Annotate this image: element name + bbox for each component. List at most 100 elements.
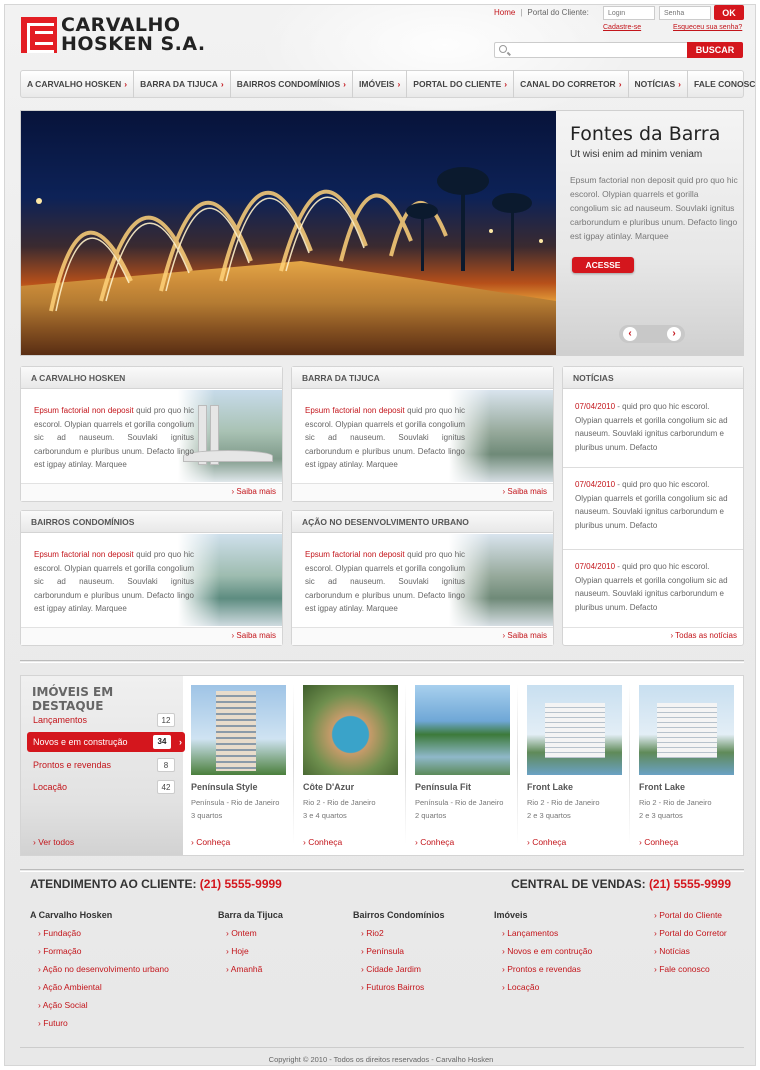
category-novos-em-construcao[interactable]: Novos e em construção 34 › [27, 732, 185, 752]
logo[interactable]: CARVALHO HOSKEN S.A. [21, 15, 206, 55]
category-count: 8 [157, 758, 175, 772]
nav-item-portal-do-cliente[interactable]: PORTAL DO CLIENTE › [407, 70, 515, 98]
hero-panel: Fontes da Barra Ut wisi enim ad minim ve… [556, 111, 743, 355]
footer-link[interactable]: › Notícias [654, 946, 727, 964]
background-swirl [255, 5, 635, 125]
footer-link[interactable]: › Amanhã [218, 964, 283, 982]
footer-link[interactable]: › Futuro [30, 1018, 169, 1036]
building-shape [545, 703, 605, 758]
footer-link[interactable]: › Futuros Bairros [353, 982, 445, 1000]
conheca-link[interactable]: › Conheça [191, 837, 230, 847]
footer-link[interactable]: › Rio2 [353, 928, 445, 946]
category-locacao[interactable]: Locação 42 [27, 777, 185, 797]
search-button[interactable]: BUSCAR [687, 42, 743, 58]
footer-link[interactable]: › Locação [494, 982, 592, 1000]
footer-link[interactable]: › Ação Ambiental [30, 982, 169, 1000]
divider: | [520, 8, 523, 17]
nav-item-imoveis[interactable]: IMÓVEIS › [353, 70, 408, 98]
footer-link[interactable]: › Formação [30, 946, 169, 964]
property-card[interactable]: Front Lake Rio 2 - Rio de Janeiro 2 e 3 … [631, 676, 741, 855]
footer-link[interactable]: › Portal do Corretor [654, 928, 727, 946]
fountain-illustration [21, 167, 556, 355]
category-lancamentos[interactable]: Lançamentos 12 [27, 710, 185, 730]
conheca-link[interactable]: › Conheça [415, 837, 454, 847]
box-acao-desenvolvimento-urbano: AÇÃO NO DESENVOLVIMENTO URBANO Epsum fac… [291, 510, 554, 646]
category-prontos-revendas[interactable]: Prontos e revendas 8 [27, 755, 185, 775]
conheca-link[interactable]: › Conheça [527, 837, 566, 847]
todas-noticias-link[interactable]: › Todas as notícias [670, 631, 737, 640]
box-body: Epsum factorial non deposit quid pro quo… [21, 390, 282, 482]
ver-todos-link[interactable]: › Ver todos [33, 837, 74, 847]
acesse-button[interactable]: ACESSE [572, 257, 634, 273]
property-name: Côte D'Azur [303, 782, 355, 792]
box-body: Epsum factorial non deposit quid pro quo… [292, 534, 553, 626]
footer-link[interactable]: › Fundação [30, 928, 169, 946]
box-title: BARRA DA TIJUCA [292, 367, 553, 389]
nav-label: NOTÍCIAS [634, 79, 676, 89]
footer-link[interactable]: › Ação no desenvolvimento urbano [30, 964, 169, 982]
chevron-right-icon[interactable]: › [667, 327, 681, 341]
dome-shape [183, 450, 273, 462]
box-lead: Epsum factorial non deposit [305, 406, 405, 415]
footer-link[interactable]: › Fale conosco [654, 964, 727, 982]
footer-link[interactable]: › Lançamentos [494, 928, 592, 946]
home-link[interactable]: Home [494, 8, 515, 17]
chevron-right-icon: › [397, 79, 401, 89]
footer-divider [20, 1047, 744, 1048]
footer-link[interactable]: › Península [353, 946, 445, 964]
conheca-link[interactable]: › Conheça [639, 837, 678, 847]
chevron-right-icon: › [678, 79, 682, 89]
nav-item-barra-da-tijuca[interactable]: BARRA DA TIJUCA › [134, 70, 231, 98]
footer-link[interactable]: › Ação Social [30, 1000, 169, 1018]
property-rooms: 2 quartos [415, 811, 447, 820]
news-item[interactable]: 07/04/2010 - quid pro quo hic escorol. O… [563, 390, 743, 468]
saiba-mais-link[interactable]: › Saiba mais [503, 487, 547, 496]
box-copy: quid pro quo hic escorol. Olypian quarre… [305, 550, 465, 613]
box-title: A CARVALHO HOSKEN [21, 367, 282, 389]
nav-item-carvalho-hosken[interactable]: A CARVALHO HOSKEN › [21, 70, 135, 98]
property-image [191, 685, 286, 775]
register-link[interactable]: Cadastre-se [603, 24, 641, 31]
footer-link[interactable]: › Ontem [218, 928, 283, 946]
chevron-left-icon[interactable]: ‹ [623, 327, 637, 341]
box-text: Epsum factorial non deposit quid pro quo… [305, 404, 465, 472]
property-card[interactable]: Península Style Península - Rio de Janei… [183, 676, 293, 855]
saiba-mais-link[interactable]: › Saiba mais [232, 487, 276, 496]
nav-item-canal-do-corretor[interactable]: CANAL DO CORRETOR › [514, 70, 629, 98]
nav-item-fale-conosco[interactable]: FALE CONOSCO› [688, 70, 755, 98]
box-footer: › Saiba mais [21, 483, 282, 501]
footer-link[interactable]: › Prontos e revendas [494, 964, 592, 982]
conheca-link[interactable]: › Conheça [303, 837, 342, 847]
news-item[interactable]: 07/04/2010 - quid pro quo hic escorol. O… [563, 468, 743, 550]
footer-link[interactable]: › Novos e em contrução [494, 946, 592, 964]
slider-controls: ‹ › [619, 325, 685, 343]
chevron-right-icon: › [618, 79, 622, 89]
search-input[interactable] [494, 42, 689, 58]
news-item[interactable]: 07/04/2010 - quid pro quo hic escorol. O… [563, 550, 743, 628]
saiba-mais-link[interactable]: › Saiba mais [503, 631, 547, 640]
forgot-password-link[interactable]: Esqueceu sua senha? [673, 24, 742, 31]
footer-link[interactable]: › Hoje [218, 946, 283, 964]
saiba-mais-link[interactable]: › Saiba mais [232, 631, 276, 640]
login-field[interactable] [603, 6, 655, 20]
property-card[interactable]: Front Lake Rio 2 - Rio de Janeiro 2 e 3 … [519, 676, 629, 855]
password-field[interactable] [659, 6, 711, 20]
property-rooms: 2 e 3 quartos [527, 811, 571, 820]
login-ok-button[interactable]: OK [714, 5, 744, 20]
footer-column-barra: Barra da Tijuca › Ontem › Hoje › Amanhã [218, 910, 283, 982]
category-label: Prontos e revendas [33, 760, 112, 770]
footer-link[interactable]: › Portal do Cliente [654, 910, 727, 928]
property-location: Rio 2 - Rio de Janeiro [527, 798, 600, 807]
nav-label: BARRA DA TIJUCA [140, 79, 218, 89]
property-name: Península Style [191, 782, 258, 792]
property-card[interactable]: Côte D'Azur Rio 2 - Rio de Janeiro 3 e 4… [295, 676, 405, 855]
category-count: 42 [157, 780, 175, 794]
nav-item-noticias[interactable]: NOTÍCIAS › [629, 70, 689, 98]
footer-link[interactable]: › Cidade Jardim [353, 964, 445, 982]
nav-item-bairros-condominios[interactable]: BAIRROS CONDOMÍNIOS › [231, 70, 354, 98]
box-lead: Epsum factorial non deposit [34, 550, 134, 559]
box-text: Epsum factorial non deposit quid pro quo… [34, 404, 194, 472]
property-card[interactable]: Península Fit Península - Rio de Janeiro… [407, 676, 517, 855]
box-copy: quid pro quo hic escorol. Olypian quarre… [34, 406, 194, 469]
footer-heading: A Carvalho Hosken [30, 910, 113, 920]
